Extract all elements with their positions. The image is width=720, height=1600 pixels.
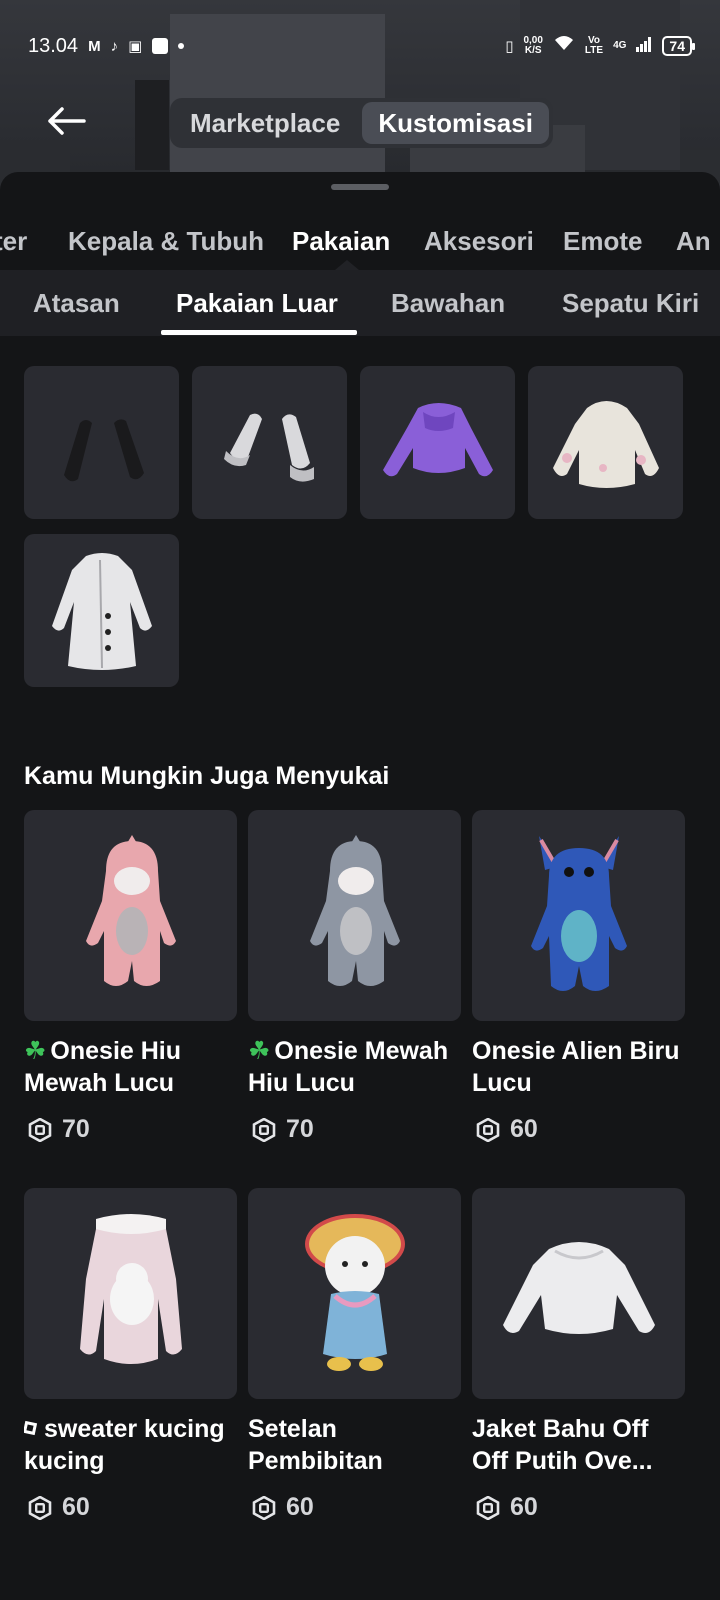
item-price: 60 (24, 1493, 237, 1522)
more-notifications-dot-icon (178, 43, 185, 49)
item-thumbnail (248, 1188, 461, 1399)
recommendation-card[interactable]: sweater kucing kucing 60 (24, 1188, 237, 1522)
item-name: sweater kucing kucing (24, 1415, 225, 1475)
volte-indicator: Vo LTE (584, 35, 604, 56)
item-price: 60 (248, 1493, 461, 1522)
robux-icon (476, 1117, 500, 1142)
active-category-indicator (335, 260, 359, 270)
robux-icon (252, 1495, 276, 1520)
cat-sweater-icon (79, 1213, 182, 1364)
roblox-logo-icon (24, 1420, 38, 1436)
purple-puffer-jacket-icon (382, 402, 493, 476)
arrow-left-icon (48, 107, 86, 135)
item-name: Onesie Alien Biru Lucu (472, 1037, 680, 1097)
recommendations-heading: Kamu Mungkin Juga Menyukai (24, 762, 390, 790)
tab-marketplace[interactable]: Marketplace (174, 102, 356, 144)
robux-icon (252, 1117, 276, 1142)
category-tab-accessories[interactable]: Aksesori (424, 226, 534, 257)
network-type: 4G (613, 40, 627, 51)
category-tab-clothing[interactable]: Pakaian (292, 226, 390, 257)
battery-indicator: 74 (662, 36, 695, 56)
tiktok-icon: ♪ (110, 37, 119, 55)
customize-sheet: ter Kepala & Tubuh Pakaian Aksesori Emot… (0, 172, 720, 1600)
white-trench-coat-icon (51, 552, 152, 670)
white-offshoulder-jacket-icon (502, 1241, 655, 1334)
sheet-drag-handle[interactable] (331, 184, 389, 190)
item-name: ☘ Onesie Mewah Hiu Lucu (248, 1037, 449, 1097)
robux-icon (28, 1495, 52, 1520)
category-tab-next[interactable]: An (676, 226, 711, 257)
owned-item-tile[interactable] (360, 366, 515, 519)
pink-shark-onesie-icon (85, 834, 176, 986)
white-ruffle-sleeves-icon (223, 413, 314, 482)
robux-icon (28, 1117, 52, 1142)
item-thumbnail (248, 810, 461, 1021)
item-thumbnail (472, 1188, 685, 1399)
item-name: ☘ Onesie Hiu Mewah Lucu (24, 1037, 182, 1097)
recommendation-card[interactable]: Onesie Alien Biru Lucu 60 (472, 810, 685, 1144)
subcategory-tabs: Atasan Pakaian Luar Bawahan Sepatu Kiri (0, 270, 720, 336)
recommendation-card[interactable]: ☘ Onesie Mewah Hiu Lucu 70 (248, 810, 461, 1144)
grey-shark-onesie-icon (309, 834, 400, 986)
recommendation-card[interactable]: ☘ Onesie Hiu Mewah Lucu 70 (24, 810, 237, 1144)
owned-item-tile[interactable] (24, 534, 179, 687)
owned-item-tile[interactable] (24, 366, 179, 519)
clover-icon: ☘ (24, 1037, 47, 1065)
subcategory-tab-bottoms[interactable]: Bawahan (391, 288, 505, 319)
back-button[interactable] (46, 106, 90, 138)
item-price: 70 (248, 1115, 461, 1144)
item-price: 60 (472, 1493, 685, 1522)
net-speed: 0,00 K/S (523, 35, 543, 56)
item-name: Jaket Bahu Off Off Putih Ove... (472, 1415, 653, 1475)
clock: 13.04 (28, 34, 79, 57)
item-thumbnail (24, 810, 237, 1021)
subcategory-tab-left-shoe[interactable]: Sepatu Kiri (562, 288, 699, 319)
recommendation-card[interactable]: Setelan Pembibitan 60 (248, 1188, 461, 1522)
blue-alien-onesie-icon (530, 835, 627, 991)
item-price: 70 (24, 1115, 237, 1144)
owned-item-tile[interactable] (192, 366, 347, 519)
tab-kustomisasi[interactable]: Kustomisasi (362, 102, 549, 144)
subcategory-tab-outerwear[interactable]: Pakaian Luar (176, 288, 338, 319)
kitten-outfit-icon (304, 1213, 405, 1371)
category-tab-previous[interactable]: ter (0, 226, 27, 257)
category-tabs: ter Kepala & Tubuh Pakaian Aksesori Emot… (0, 214, 720, 264)
vibrate-icon: ▯ (505, 38, 514, 55)
item-thumbnail (472, 810, 685, 1021)
category-tab-head-body[interactable]: Kepala & Tubuh (68, 226, 264, 257)
item-name: Setelan Pembibitan (248, 1415, 383, 1475)
wifi-icon (553, 34, 575, 58)
item-thumbnail (24, 1188, 237, 1399)
app-notification-icon: ▣ (128, 38, 143, 55)
item-price: 60 (472, 1115, 685, 1144)
black-arm-warmers-icon (63, 418, 144, 481)
recommendation-card[interactable]: Jaket Bahu Off Off Putih Ove... 60 (472, 1188, 685, 1522)
subcategory-tab-tops[interactable]: Atasan (33, 288, 120, 319)
clover-icon: ☘ (248, 1037, 271, 1065)
robux-icon (476, 1495, 500, 1520)
active-subcategory-underline (161, 330, 357, 335)
notification-square-icon (152, 38, 169, 54)
category-tab-emote[interactable]: Emote (563, 226, 642, 257)
top-tab-switcher: Marketplace Kustomisasi (170, 98, 553, 148)
gmail-icon: M (88, 37, 101, 55)
signal-icon (636, 35, 652, 58)
owned-item-tile[interactable] (528, 366, 683, 519)
cream-hoodie-icon (552, 400, 659, 488)
status-bar: 13.04 M ♪ ▣ ▯ 0,00 K/S Vo LTE 4G 74 (0, 26, 720, 66)
